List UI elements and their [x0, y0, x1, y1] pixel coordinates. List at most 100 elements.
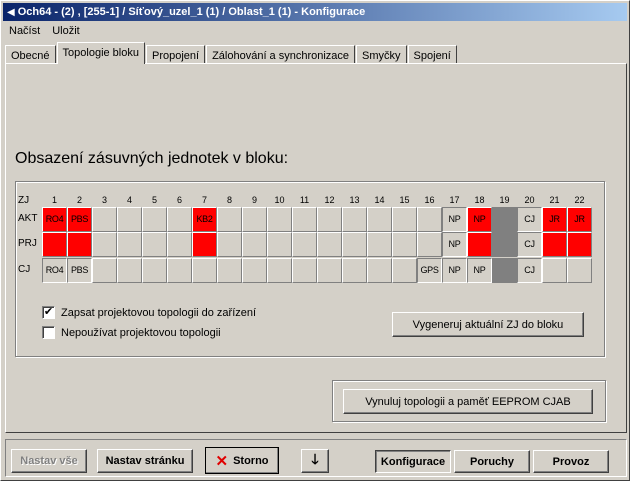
- slot-cell-akt[interactable]: CJ: [517, 207, 542, 232]
- slot-cell-akt[interactable]: [417, 207, 442, 232]
- slot-cell-cj[interactable]: [392, 258, 417, 283]
- slot-cell-akt[interactable]: [117, 207, 142, 232]
- slot-cell-cj[interactable]: [142, 258, 167, 283]
- slot-cell-prj[interactable]: [92, 232, 117, 257]
- slot-cell-prj[interactable]: [417, 232, 442, 257]
- slot-cell-cj[interactable]: [92, 258, 117, 283]
- generate-zj-button[interactable]: Vygeneruj aktuální ZJ do bloku: [392, 312, 584, 337]
- slot-cell-prj[interactable]: [317, 232, 342, 257]
- operation-button[interactable]: Provoz: [533, 450, 609, 473]
- slot-cell-cj[interactable]: PBS: [67, 258, 92, 283]
- slot-cell-prj[interactable]: [242, 232, 267, 257]
- slot-cell-prj[interactable]: [567, 232, 592, 257]
- slot-cell-akt[interactable]: [392, 207, 417, 232]
- slot-cell-cj[interactable]: [317, 258, 342, 283]
- slot-cell-akt[interactable]: [492, 207, 517, 232]
- menu-load[interactable]: Načíst: [9, 25, 40, 37]
- slot-cell-cj[interactable]: NP: [467, 258, 492, 283]
- slot-cell-cj[interactable]: [292, 258, 317, 283]
- slot-cell-akt[interactable]: JR: [567, 207, 592, 232]
- slot-cell-akt[interactable]: [142, 207, 167, 232]
- slot-cell-prj[interactable]: [117, 232, 142, 257]
- slot-cell-cj[interactable]: [217, 258, 242, 283]
- slot-cell-prj[interactable]: [542, 232, 567, 257]
- tab-backup-sync[interactable]: Zálohování a synchronizace: [206, 45, 356, 64]
- slot-cell-akt[interactable]: JR: [542, 207, 567, 232]
- reset-topology-button[interactable]: Vynuluj topologii a paměť EEPROM CJAB: [343, 389, 593, 414]
- slot-cell-prj[interactable]: [42, 232, 67, 257]
- tab-general[interactable]: Obecné: [5, 45, 56, 64]
- column-label: 3: [101, 195, 107, 205]
- slot-cell-cj[interactable]: [167, 258, 192, 283]
- slot-cell-cj[interactable]: [542, 258, 567, 283]
- slot-cell-cj[interactable]: [342, 258, 367, 283]
- slot-cell-prj[interactable]: [367, 232, 392, 257]
- storno-button[interactable]: ✕ Storno: [205, 447, 279, 474]
- slot-cell-akt[interactable]: [92, 207, 117, 232]
- slot-cell-prj[interactable]: [142, 232, 167, 257]
- slot-cell-akt[interactable]: NP: [467, 207, 492, 232]
- set-page-button[interactable]: Nastav stránku: [97, 449, 193, 473]
- column-label: 9: [251, 195, 257, 205]
- slot-cell-prj[interactable]: [167, 232, 192, 257]
- slot-cell-akt[interactable]: RO4: [42, 207, 67, 232]
- slot-cell-akt[interactable]: KB2: [192, 207, 217, 232]
- slot-cell-akt[interactable]: [267, 207, 292, 232]
- column-label: 20: [524, 195, 535, 205]
- config-button[interactable]: Konfigurace: [375, 450, 451, 473]
- slot-cell-cj[interactable]: [492, 258, 517, 283]
- slot-cell-akt[interactable]: NP: [442, 207, 467, 232]
- slot-cell-akt[interactable]: [217, 207, 242, 232]
- column-label: 22: [574, 195, 585, 205]
- slot-cell-cj[interactable]: [117, 258, 142, 283]
- slot-cell-akt[interactable]: [167, 207, 192, 232]
- slot-cell-akt[interactable]: [292, 207, 317, 232]
- slot-cell-akt[interactable]: [317, 207, 342, 232]
- write-topology-checkbox-box[interactable]: ✔: [42, 306, 55, 319]
- write-topology-checkbox[interactable]: ✔ Zapsat projektovou topologii do zaříze…: [42, 306, 256, 319]
- tab-links[interactable]: Spojení: [407, 45, 457, 64]
- slot-cell-akt[interactable]: PBS: [67, 207, 92, 232]
- slot-cell-cj[interactable]: [242, 258, 267, 283]
- slot-cell-prj[interactable]: NP: [442, 232, 467, 257]
- column-label: 18: [474, 195, 485, 205]
- slot-cell-cj[interactable]: [192, 258, 217, 283]
- no-project-topology-checkbox[interactable]: Nepoužívat projektovou topologii: [42, 326, 221, 339]
- slot-cell-akt[interactable]: [242, 207, 267, 232]
- tab-loops[interactable]: Smyčky: [356, 45, 407, 64]
- write-topology-label: Zapsat projektovou topologii do zařízení: [61, 306, 257, 319]
- window-icon[interactable]: ◀: [7, 7, 15, 18]
- slot-cell-akt[interactable]: [342, 207, 367, 232]
- slot-cell-prj[interactable]: [67, 232, 92, 257]
- slot-cell-cj[interactable]: NP: [442, 258, 467, 283]
- slot-cell-prj[interactable]: CJ: [517, 232, 542, 257]
- menu-save[interactable]: Uložit: [52, 25, 80, 37]
- slot-cell-prj[interactable]: [342, 232, 367, 257]
- slot-cell-akt[interactable]: [367, 207, 392, 232]
- faults-button[interactable]: Poruchy: [454, 450, 530, 473]
- slot-cell-cj[interactable]: [567, 258, 592, 283]
- tab-connections[interactable]: Propojení: [145, 45, 206, 64]
- column-label: 21: [549, 195, 560, 205]
- slot-cell-prj[interactable]: [492, 232, 517, 257]
- column-label: 6: [176, 195, 182, 205]
- set-all-button[interactable]: Nastav vše: [11, 449, 87, 473]
- no-project-topology-checkbox-box[interactable]: [42, 326, 55, 339]
- slot-cell-prj[interactable]: [292, 232, 317, 257]
- slot-cell-prj[interactable]: [467, 232, 492, 257]
- column-label: 15: [399, 195, 410, 205]
- slot-cell-prj[interactable]: [392, 232, 417, 257]
- slot-cell-cj[interactable]: [367, 258, 392, 283]
- column-label: 5: [151, 195, 157, 205]
- slot-cell-cj[interactable]: CJ: [517, 258, 542, 283]
- slot-cell-prj[interactable]: [192, 232, 217, 257]
- column-label: 7: [201, 195, 207, 205]
- arrow-down-icon[interactable]: 🡓: [301, 449, 329, 473]
- slot-cell-cj[interactable]: [267, 258, 292, 283]
- slot-cell-prj[interactable]: [217, 232, 242, 257]
- slot-cell-prj[interactable]: [267, 232, 292, 257]
- slot-cell-cj[interactable]: RO4: [42, 258, 67, 283]
- tab-block-topology[interactable]: Topologie bloku: [56, 42, 145, 64]
- main-window: ◀ Och64 - (2) , [255-1] / Síťový_uzel_1 …: [0, 0, 630, 481]
- slot-cell-cj[interactable]: GPS: [417, 258, 442, 283]
